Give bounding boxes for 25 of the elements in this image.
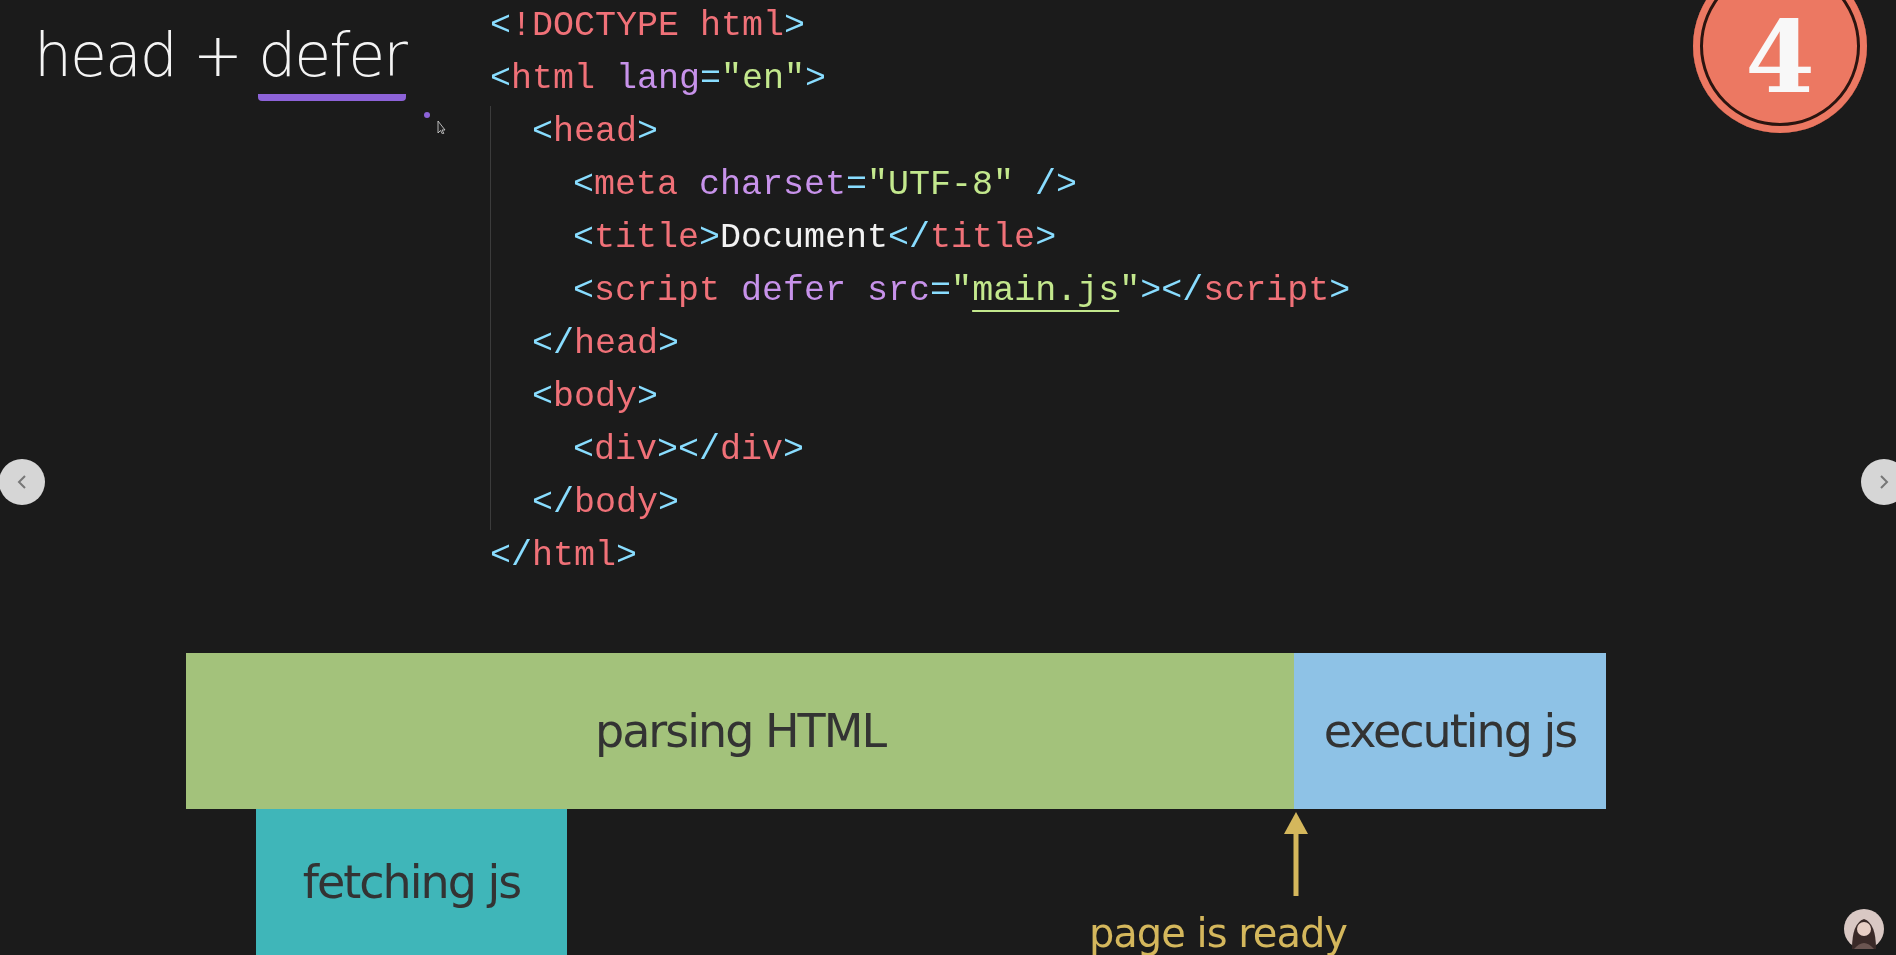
code-line: <html lang="en">	[490, 58, 827, 101]
chevron-left-icon	[17, 474, 27, 490]
next-button[interactable]	[1861, 459, 1896, 505]
code-line: </head>	[532, 323, 680, 366]
step-badge: 4	[1693, 0, 1867, 133]
cursor-icon	[437, 120, 446, 134]
code-line: <body>	[532, 376, 659, 419]
fetching-bar: fetching js	[256, 809, 567, 955]
slide-title: head + defer	[34, 16, 406, 107]
avatar-icon	[1844, 909, 1884, 949]
code-line: <meta charset="UTF-8" />	[573, 164, 1078, 207]
code-line: <script defer src="main.js"></script>	[573, 270, 1351, 313]
code-line: <head>	[532, 111, 659, 154]
executing-bar: executing js	[1294, 653, 1606, 809]
up-arrow-icon	[1284, 812, 1308, 896]
pointer-dot	[424, 112, 430, 118]
previous-button[interactable]	[0, 459, 45, 505]
chevron-right-icon	[1879, 474, 1889, 490]
page-ready-label: page is ready	[1088, 910, 1348, 955]
code-line: <title>Document</title>	[573, 217, 1057, 260]
code-line: <div></div>	[573, 429, 805, 472]
code-line: </html>	[490, 535, 638, 578]
code-line: <!DOCTYPE html>	[490, 5, 806, 48]
code-line: </body>	[532, 482, 680, 525]
parsing-bar: parsing HTML	[186, 653, 1294, 809]
